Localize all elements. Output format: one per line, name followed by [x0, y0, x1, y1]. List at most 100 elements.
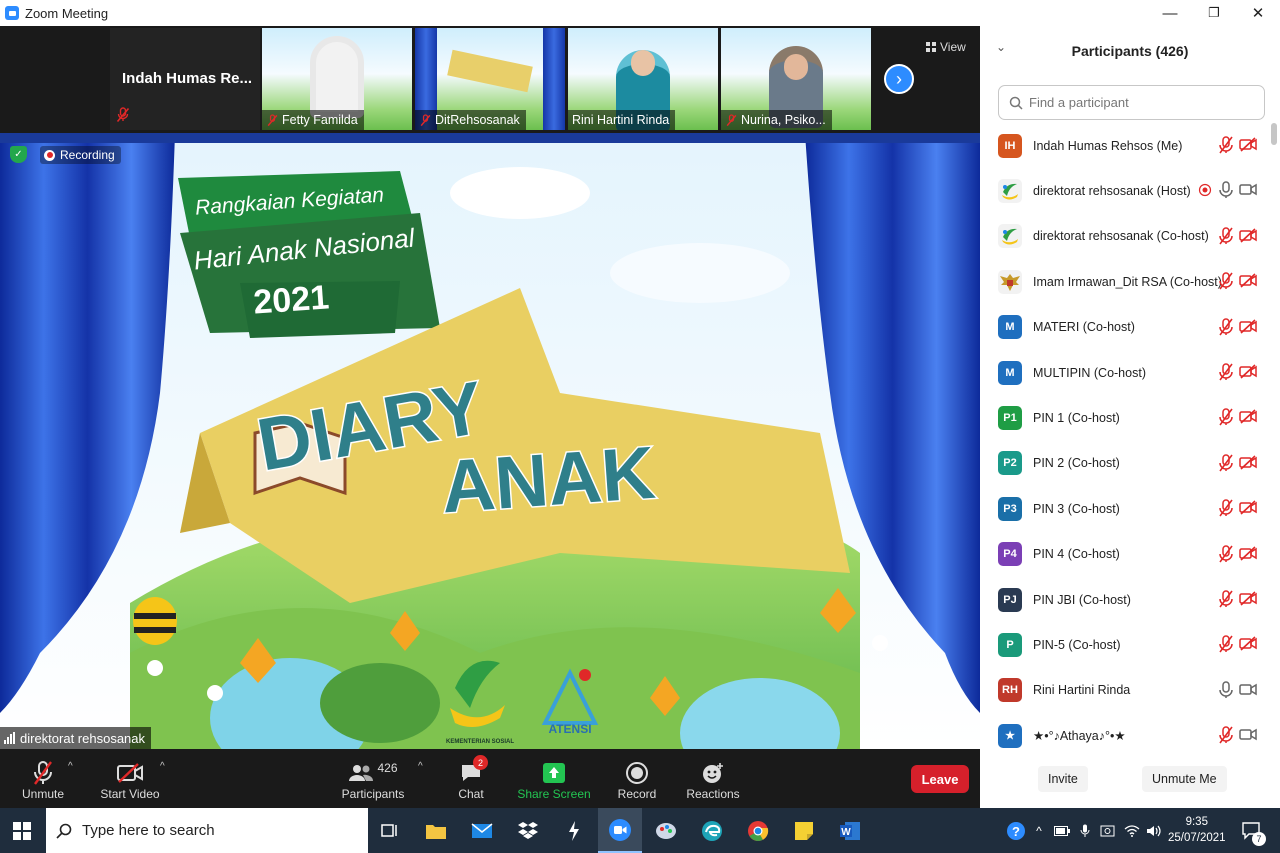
chat-button[interactable]: 2 Chat — [449, 749, 493, 808]
panel-title: Participants (426) — [1071, 43, 1189, 59]
video-tile[interactable]: DitRehsosanak — [415, 28, 565, 130]
dropbox-button[interactable] — [506, 808, 550, 853]
cloud — [610, 243, 790, 303]
video-options-caret[interactable]: ^ — [160, 761, 165, 772]
participants-options-caret[interactable]: ^ — [418, 761, 423, 772]
chat-icon: 2 — [460, 755, 488, 787]
banner-year: 2021 — [252, 278, 330, 321]
recording-indicator[interactable]: Recording — [40, 146, 121, 164]
notifications-icon[interactable]: 7 — [1236, 808, 1268, 853]
word-button[interactable]: W — [828, 808, 872, 853]
microphone-tray-icon[interactable] — [1076, 808, 1094, 853]
minimize-button[interactable]: — — [1148, 0, 1192, 26]
participant-video — [310, 36, 364, 118]
window-title: Zoom Meeting — [25, 5, 109, 21]
chrome-button[interactable] — [736, 808, 780, 853]
help-tray-icon[interactable]: ? — [1004, 808, 1028, 853]
leave-button[interactable]: Leave — [911, 765, 969, 793]
video-tile[interactable]: Rini Hartini Rinda — [568, 28, 718, 130]
audio-options-caret[interactable]: ^ — [68, 761, 73, 772]
avatar: RH — [998, 678, 1022, 703]
participant-name: Rini Hartini Rinda — [1033, 683, 1131, 698]
participant-row[interactable]: P2 PIN 2 (Co-host) — [980, 441, 1270, 486]
reactions-button[interactable]: Reactions — [684, 749, 742, 808]
avatar: M — [998, 315, 1022, 340]
file-explorer-button[interactable] — [414, 808, 458, 853]
participant-row[interactable]: direktorat rehsosanak (Co-host) — [980, 214, 1270, 259]
mic-muted-icon — [1218, 272, 1234, 295]
participant-row[interactable]: P3 PIN 3 (Co-host) — [980, 486, 1270, 531]
start-video-button[interactable]: Start Video — [98, 749, 162, 808]
participant-name: PIN 3 (Co-host) — [1033, 501, 1120, 516]
invite-button[interactable]: Invite — [1038, 766, 1088, 792]
unmute-label: Unmute — [21, 787, 65, 801]
start-button[interactable] — [0, 808, 44, 853]
video-tile-label: Rini Hartini Rinda — [568, 110, 676, 130]
self-video-tile[interactable]: Indah Humas Re... — [110, 28, 260, 130]
participant-name: Indah Humas Rehsos (Me) — [1033, 138, 1183, 153]
participant-name: PIN 4 (Co-host) — [1033, 547, 1120, 562]
participants-count: 426 — [377, 761, 398, 775]
participants-scrollbar[interactable] — [1271, 123, 1277, 751]
zoom-taskbar-button[interactable] — [598, 808, 642, 853]
participant-face — [631, 50, 655, 76]
battery-icon[interactable] — [1052, 808, 1072, 853]
participant-row[interactable]: IH Indah Humas Rehsos (Me) — [980, 123, 1270, 168]
app-button[interactable] — [552, 808, 596, 853]
clock[interactable]: 9:35 25/07/2021 — [1168, 814, 1226, 846]
participants-button[interactable]: 426 Participants — [340, 749, 406, 808]
mic-muted-icon — [1218, 408, 1234, 431]
taskbar-search[interactable] — [46, 808, 368, 853]
participant-row[interactable]: Imam Irmawan_Dit RSA (Co-host) — [980, 259, 1270, 304]
unmute-me-button[interactable]: Unmute Me — [1142, 766, 1227, 792]
participant-row[interactable]: ★ ★•°♪Athaya♪°•★ — [980, 713, 1270, 751]
video-off-icon — [1239, 409, 1257, 429]
volume-icon[interactable] — [1144, 808, 1164, 853]
participant-name: PIN 2 (Co-host) — [1033, 456, 1120, 471]
taskbar-search-input[interactable] — [82, 822, 352, 839]
avatar: P — [998, 632, 1022, 657]
active-speaker-label: direktorat rehsosanak — [0, 727, 152, 749]
mail-button[interactable] — [460, 808, 504, 853]
search-input[interactable] — [1029, 95, 1249, 110]
video-tile[interactable]: Fetty Familda — [262, 28, 412, 130]
video-off-icon — [1239, 455, 1257, 475]
participant-row[interactable]: RH Rini Hartini Rinda — [980, 668, 1270, 713]
encryption-shield-icon[interactable]: ✓ — [10, 146, 27, 163]
participant-row[interactable]: P PIN-5 (Co-host) — [980, 622, 1270, 667]
edge-button[interactable] — [690, 808, 734, 853]
record-button[interactable]: Record — [614, 749, 660, 808]
meeting-toolbar: Unmute ^ Start Video ^ 426 Participants … — [0, 749, 980, 808]
scrollbar-thumb[interactable] — [1271, 123, 1277, 145]
task-view-button[interactable] — [368, 808, 412, 853]
participant-name: Imam Irmawan_Dit RSA (Co-host) — [1033, 274, 1222, 289]
share-screen-label: Share Screen — [517, 787, 591, 801]
close-button[interactable]: ✕ — [1236, 0, 1280, 26]
video-off-icon — [1239, 636, 1257, 656]
maximize-button[interactable]: ❐ — [1192, 0, 1236, 26]
participant-face — [784, 54, 808, 80]
app-button[interactable] — [644, 808, 688, 853]
camera-tray-icon[interactable] — [1098, 808, 1118, 853]
avatar: ★ — [998, 723, 1022, 748]
start-video-label: Start Video — [100, 787, 160, 801]
paint-icon — [656, 822, 676, 839]
view-button[interactable]: View — [920, 36, 972, 58]
chrome-icon — [748, 820, 769, 841]
video-off-icon — [1239, 273, 1257, 293]
participant-search[interactable] — [998, 85, 1265, 120]
mic-muted-icon — [1218, 726, 1234, 749]
participant-row[interactable]: direktorat rehsosanak (Host) — [980, 168, 1270, 213]
wifi-icon[interactable] — [1122, 808, 1142, 853]
video-tile[interactable]: Nurina, Psiko... — [721, 28, 871, 130]
share-screen-button[interactable]: Share Screen — [517, 749, 591, 808]
sticky-notes-button[interactable] — [782, 808, 826, 853]
participant-row[interactable]: M MATERI (Co-host) — [980, 305, 1270, 350]
participant-row[interactable]: P1 PIN 1 (Co-host) — [980, 395, 1270, 440]
unmute-button[interactable]: Unmute — [16, 749, 70, 808]
participant-row[interactable]: M MULTIPIN (Co-host) — [980, 350, 1270, 395]
show-hidden-icons-chevron-icon[interactable]: ^ — [1031, 808, 1047, 853]
next-page-button[interactable]: › — [884, 64, 914, 94]
participant-row[interactable]: PJ PIN JBI (Co-host) — [980, 577, 1270, 622]
participant-row[interactable]: P4 PIN 4 (Co-host) — [980, 532, 1270, 577]
